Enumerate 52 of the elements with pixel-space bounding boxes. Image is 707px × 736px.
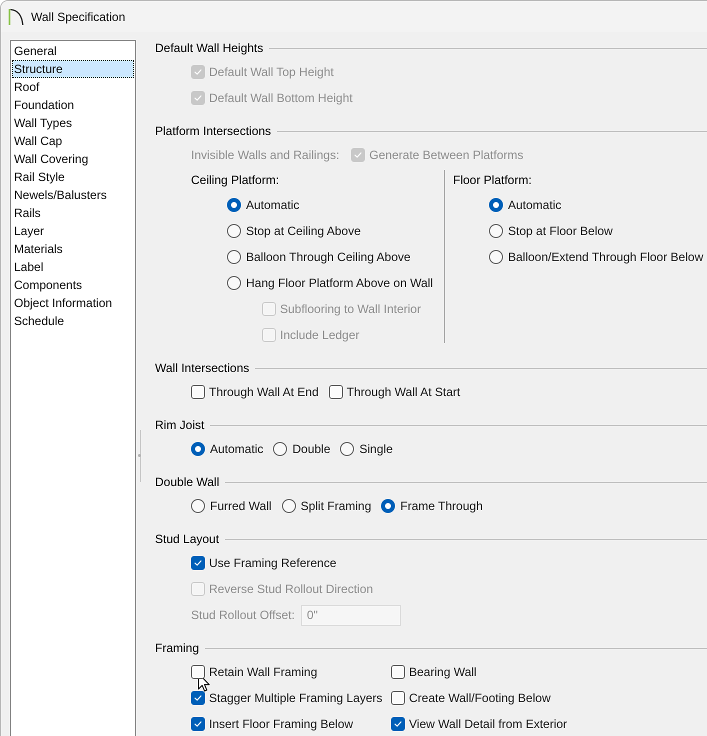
sidebar-item[interactable]: Foundation bbox=[12, 96, 134, 114]
sidebar-item[interactable]: Object Information bbox=[12, 294, 134, 312]
radio-option[interactable]: Balloon Through Ceiling Above bbox=[227, 250, 411, 264]
radio-option[interactable]: Single bbox=[340, 442, 393, 456]
radio-option[interactable]: Stop at Ceiling Above bbox=[227, 224, 361, 238]
radio-option[interactable]: Balloon/Extend Through Floor Below bbox=[489, 250, 704, 264]
arc-icon bbox=[8, 8, 24, 26]
sidebar-item[interactable]: Materials bbox=[12, 240, 134, 258]
sidebar-item[interactable]: Schedule bbox=[12, 312, 134, 330]
sidebar-item[interactable]: Wall Covering bbox=[12, 150, 134, 168]
checkbox-option[interactable]: Use Framing Reference bbox=[191, 556, 336, 570]
section-title: Default Wall Heights bbox=[155, 41, 264, 55]
sidebar-item[interactable]: General bbox=[12, 42, 134, 60]
sidebar-item[interactable]: Rails bbox=[12, 204, 134, 222]
section-title: Framing bbox=[155, 641, 200, 655]
group-label: Floor Platform: bbox=[453, 173, 532, 187]
radio-option[interactable]: Stop at Floor Below bbox=[489, 224, 613, 238]
radio-option[interactable]: Furred Wall bbox=[191, 499, 272, 513]
checkbox-option[interactable]: Create Wall/Footing Below bbox=[391, 691, 551, 705]
field-label: Stud Rollout Offset: bbox=[191, 608, 295, 622]
sidebar-item[interactable]: Wall Cap bbox=[12, 132, 134, 150]
section-title: Stud Layout bbox=[155, 532, 220, 546]
sidebar-item[interactable]: Label bbox=[12, 258, 134, 276]
sidebar-item[interactable]: Components bbox=[12, 276, 134, 294]
radio-option[interactable]: Automatic bbox=[489, 198, 562, 212]
section-title: Platform Intersections bbox=[155, 124, 272, 138]
sidebar-item[interactable]: Wall Types bbox=[12, 114, 134, 132]
window-title: Wall Specification bbox=[31, 10, 126, 24]
sidebar-item[interactable]: Layer bbox=[12, 222, 134, 240]
checkbox-option[interactable]: View Wall Detail from Exterior bbox=[391, 717, 568, 731]
radio-option[interactable]: Double bbox=[273, 442, 330, 456]
option-label: Invisible Walls and Railings: bbox=[191, 148, 340, 162]
section-title: Rim Joist bbox=[155, 418, 204, 432]
checkbox-option[interactable]: Bearing Wall bbox=[391, 665, 477, 679]
checkbox-option[interactable]: Stagger Multiple Framing Layers bbox=[191, 691, 382, 705]
splitter-handle[interactable] bbox=[140, 430, 144, 482]
sidebar-item[interactable]: Rail Style bbox=[12, 168, 134, 186]
checkbox-option[interactable]: Retain Wall Framing bbox=[191, 665, 318, 679]
sidebar-item[interactable]: Roof bbox=[12, 78, 134, 96]
group-label: Ceiling Platform: bbox=[191, 173, 280, 187]
checkbox-option[interactable]: Through Wall At End bbox=[191, 385, 319, 399]
radio-option[interactable]: Split Framing bbox=[282, 499, 372, 513]
checkbox-option[interactable]: Through Wall At Start bbox=[328, 385, 460, 399]
radio-option[interactable]: Automatic bbox=[227, 198, 300, 212]
radio-option[interactable]: Automatic bbox=[191, 442, 264, 456]
sidebar-item[interactable]: Structure bbox=[12, 60, 134, 78]
section-title: Wall Intersections bbox=[155, 361, 250, 375]
section-title: Double Wall bbox=[155, 475, 220, 489]
checkbox-option[interactable]: Insert Floor Framing Below bbox=[191, 717, 354, 731]
radio-option[interactable]: Frame Through bbox=[381, 499, 483, 513]
radio-option[interactable]: Hang Floor Platform Above on Wall bbox=[227, 276, 433, 290]
sidebar-item[interactable]: Newels/Balusters bbox=[12, 186, 134, 204]
